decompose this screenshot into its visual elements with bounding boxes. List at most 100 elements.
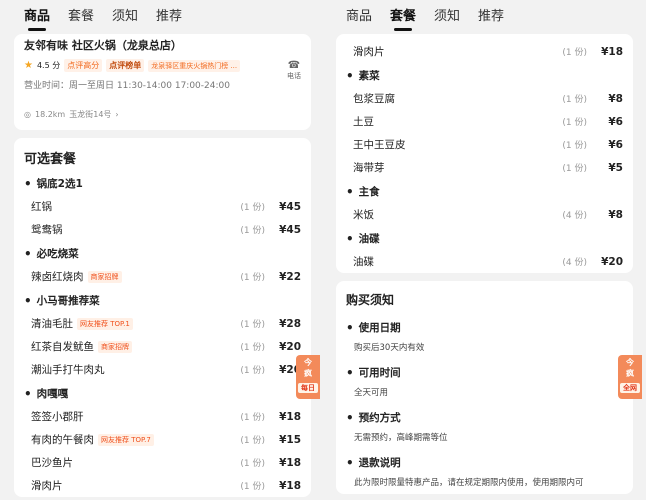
item-name: 潮汕手打牛肉丸 [31,364,105,376]
notice-heading: 退款说明 [336,449,633,472]
promo-float-button[interactable]: 今 疯 每日 [296,355,320,399]
hours-text: 营业时间：周一至周日 11:30-14:00 17:00-24:00 [24,81,230,91]
notice-title: 购买须知 [346,293,395,307]
list-item: 滑肉片 (1 份) ¥18 [14,474,311,497]
group-header: 主食 [336,179,633,203]
promo-top: 今 [626,358,634,367]
item-name-wrap: 米饭 [353,207,543,222]
list-item: 包浆豆腐 (1 份) ¥8 [336,87,633,110]
list-item: 潮汕手打牛肉丸 (1 份) ¥20 [14,358,311,381]
list-item: 签签小郡肝 (1 份) ¥18 [14,405,311,428]
item-name-wrap: 海带芽 [353,160,543,175]
item-badge: 网友推荐 TOP.7 [98,433,154,446]
notice-heading: 预约方式 [336,404,633,427]
item-price: ¥8 [608,92,623,105]
list-item: 红锅 (1 份) ¥45 [14,195,311,218]
promo-mid: 疯 [304,369,312,378]
address-row[interactable]: ◎ 18.2km 玉龙街14号 › [24,109,301,120]
notice-body: 无需预约，高峰期需等位 [354,433,448,443]
item-name: 王中王豆皮 [353,139,406,151]
tab-notice[interactable]: 须知 [112,7,138,27]
item-qty: (1 份) [240,273,265,283]
notice-heading: 可用时间 [336,359,633,382]
tab-products[interactable]: 商品 [346,7,372,27]
item-qty: (1 份) [240,226,265,236]
list-item: 清油毛肚 网友推荐 TOP.1 (1 份) ¥28 [14,312,311,335]
item-price: ¥20 [279,340,301,353]
item-qty: (4 份) [562,258,587,268]
tab-packages[interactable]: 套餐 [68,7,94,27]
group-header: 素菜 [336,63,633,87]
promo-top: 今 [304,358,312,367]
item-name-wrap: 王中王豆皮 [353,137,543,152]
promo-float-button[interactable]: 今 疯 全网 [618,355,642,399]
item-name-wrap: 巴沙鱼片 [31,455,221,470]
item-price: ¥45 [279,223,301,236]
item-name: 红茶自发鱿鱼 [31,341,94,353]
notice-heading: 使用日期 [336,314,633,337]
right-panel: 商品 套餐 须知 推荐 滑肉片 (1 份) ¥18 素菜包浆豆腐 (1 份) ¥8 土… [332,0,637,500]
item-qty: (1 份) [562,164,587,174]
chevron-right-icon: › [115,110,119,119]
promo-mid: 疯 [626,369,634,378]
item-name: 鸳鸯锅 [31,224,63,236]
tab-notice[interactable]: 须知 [434,7,460,27]
item-name: 清油毛肚 [31,318,73,330]
group-header: 油碟 [336,226,633,250]
group-header: 锅底2选1 [14,171,311,195]
shop-card[interactable]: 友邻有味 社区火锅（龙泉总店） ★ 4.5 分 点评高分 点评榜单 龙泉驿区重庆… [14,34,311,130]
notice-card: 购买须知 使用日期购买后30天内有效可用时间全天可用预约方式无需预约，高峰期需等… [336,281,633,494]
list-item: 土豆 (1 份) ¥6 [336,110,633,133]
tab-bar: 商品 套餐 须知 推荐 [10,0,315,34]
list-item: 海带芽 (1 份) ¥5 [336,156,633,179]
item-qty: (1 份) [562,118,587,128]
item-name-wrap: 包浆豆腐 [353,91,543,106]
rating-tag: 点评高分 [64,59,103,72]
item-qty: (1 份) [240,320,265,330]
item-price: ¥22 [279,270,301,283]
list-item: 辣卤红烧肉 商家招牌 (1 份) ¥22 [14,265,311,288]
tab-products[interactable]: 商品 [24,7,50,31]
item-qty: (4 份) [562,211,587,221]
tab-recommend[interactable]: 推荐 [478,7,504,27]
item-name-wrap: 红锅 [31,199,221,214]
item-qty: (1 份) [240,459,265,469]
phone-button[interactable]: ☎ 电话 [287,60,301,81]
rank-label[interactable]: 点评榜单 [106,59,145,72]
item-price: ¥6 [608,115,623,128]
item-name-wrap: 鸳鸯锅 [31,222,221,237]
rating-row: ★ 4.5 分 点评高分 点评榜单 龙泉驿区重庆火锅热门榜 ... [24,59,301,72]
tab-bar: 商品 套餐 须知 推荐 [332,0,637,34]
item-name-wrap: 有肉的午餐肉 网友推荐 TOP.7 [31,432,221,447]
left-panel: 商品 套餐 须知 推荐 友邻有味 社区火锅（龙泉总店） ★ 4.5 分 点评高分… [10,0,315,500]
list-item: 巴沙鱼片 (1 份) ¥18 [14,451,311,474]
group-header: 小马哥推荐菜 [14,288,311,312]
menu-title: 可选套餐 [24,152,77,167]
item-name: 油碟 [353,256,374,268]
menu-groups: 素菜包浆豆腐 (1 份) ¥8 土豆 (1 份) ¥6 王中王豆皮 (1 份) ¥6 海带芽 (1 … [336,63,633,273]
notice-body: 购买后30天内有效 [354,343,425,353]
tab-packages[interactable]: 套餐 [390,7,416,31]
phone-label: 电话 [287,72,301,80]
notice-list: 使用日期购买后30天内有效可用时间全天可用预约方式无需预约，高峰期需等位退款说明… [336,314,633,494]
item-price: ¥6 [608,138,623,151]
item-name-wrap: 潮汕手打牛肉丸 [31,362,221,377]
item-name-wrap: 油碟 [353,254,543,269]
rating-score: 4.5 分 [36,61,61,70]
item-price: ¥18 [279,479,301,492]
item-name: 土豆 [353,116,374,128]
item-qty: (1 份) [240,366,265,376]
item-price: ¥18 [279,456,301,469]
item-price: ¥8 [608,208,623,221]
shop-name: 友邻有味 社区火锅（龙泉总店） [24,39,182,52]
tab-recommend[interactable]: 推荐 [156,7,182,27]
list-item: 有肉的午餐肉 网友推荐 TOP.7 (1 份) ¥15 [14,428,311,451]
notice-body: 此为限时限量特惠产品，请在规定期限内使用，使用期限内可 [354,478,584,488]
item-qty: (1 份) [240,203,265,213]
item-name: 辣卤红烧肉 [31,271,84,283]
item-qty: (1 份) [240,343,265,353]
item-price: ¥28 [279,317,301,330]
menu-groups: 锅底2选1 红锅 (1 份) ¥45 鸳鸯锅 (1 份) ¥45 必吃烧菜辣卤红烧肉商家招牌 (… [14,171,311,497]
rank-text[interactable]: 龙泉驿区重庆火锅热门榜 ... [148,59,241,72]
list-item: 鸳鸯锅 (1 份) ¥45 [14,218,311,241]
